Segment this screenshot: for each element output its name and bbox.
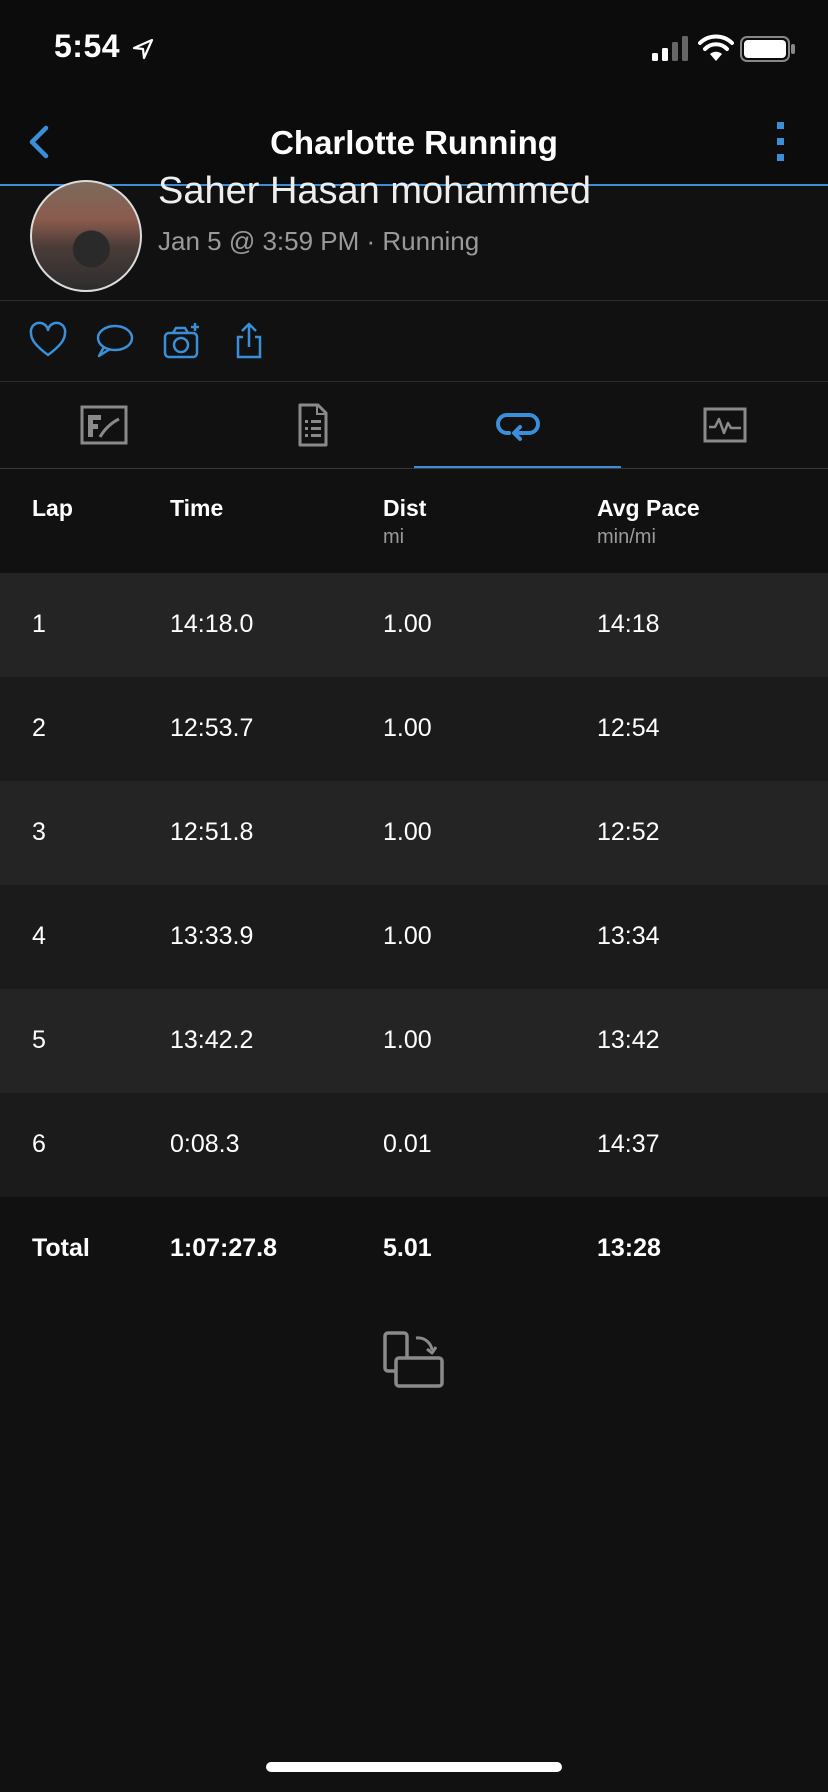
lap-number: 1: [32, 610, 46, 638]
lap-distance: 1.00: [383, 610, 432, 638]
lap-number: 2: [32, 714, 46, 742]
table-header: Lap Time Dist mi Avg Pace min/mi: [0, 469, 828, 573]
chart-tab-icon: [80, 405, 127, 445]
lap-distance: 1.00: [383, 818, 432, 846]
battery-icon: [740, 36, 795, 62]
lap-number: 4: [32, 922, 46, 950]
lap-distance: 1.00: [383, 1026, 432, 1054]
page-title: Charlotte Running: [270, 124, 558, 161]
share-icon[interactable]: [230, 321, 270, 361]
pace-unit: min/mi: [597, 526, 656, 548]
lap-distance: 0.01: [383, 1130, 432, 1158]
column-header-lap: Lap: [32, 495, 73, 521]
table-row[interactable]: 4 13:33.9 1.00 13:34: [0, 885, 828, 989]
table-row[interactable]: 2 12:53.7 1.00 12:54: [0, 677, 828, 781]
lap-avg-pace: 14:37: [597, 1130, 660, 1158]
column-header-dist: Dist mi: [383, 495, 427, 548]
lap-avg-pace: 12:52: [597, 818, 660, 846]
total-row: Total 1:07:27.8 5.01 13:28: [0, 1197, 828, 1301]
lap-time: 12:53.7: [170, 714, 254, 742]
lap-distance: 1.00: [383, 714, 432, 742]
table-row[interactable]: 1 14:18.0 1.00 14:18: [0, 573, 828, 677]
total-time: 1:07:27.8: [170, 1234, 278, 1262]
total-distance: 5.01: [383, 1234, 432, 1262]
camera-add-icon[interactable]: [162, 321, 202, 361]
status-time: 5:54: [54, 28, 121, 64]
action-bar: [0, 301, 828, 381]
wifi-icon: [698, 34, 734, 61]
rotate-screen-icon[interactable]: [382, 1330, 446, 1390]
lap-number: 5: [32, 1026, 46, 1054]
dist-unit: mi: [383, 526, 405, 548]
tab-details[interactable]: [207, 382, 414, 468]
table-row[interactable]: 6 0:08.3 0.01 14:37: [0, 1093, 828, 1197]
lap-time: 0:08.3: [170, 1130, 240, 1158]
comment-icon[interactable]: [94, 321, 134, 361]
lap-number: 3: [32, 818, 46, 846]
activity-graph-icon: [703, 407, 746, 443]
total-label: Total: [32, 1234, 90, 1262]
table-row[interactable]: 5 13:42.2 1.00 13:42: [0, 989, 828, 1093]
lap-time: 13:33.9: [170, 922, 254, 950]
lap-avg-pace: 14:18: [597, 610, 660, 638]
heart-icon[interactable]: [28, 321, 68, 361]
lap-avg-pace: 12:54: [597, 714, 660, 742]
column-header-avg-pace: Avg Pace min/mi: [597, 495, 700, 548]
cellular-signal-icon: [652, 36, 688, 61]
total-avg-pace: 13:28: [597, 1234, 661, 1262]
more-options-button[interactable]: [770, 118, 790, 166]
location-arrow-icon: [132, 38, 154, 60]
lap-avg-pace: 13:42: [597, 1026, 660, 1054]
home-indicator[interactable]: [266, 1762, 562, 1772]
lap-distance: 1.00: [383, 922, 432, 950]
lap-time: 13:42.2: [170, 1026, 254, 1054]
document-list-icon: [298, 403, 327, 447]
laps-loop-icon: [495, 413, 540, 441]
table-row[interactable]: 3 12:51.8 1.00 12:52: [0, 781, 828, 885]
user-name[interactable]: Saher Hasan mohammed: [158, 170, 591, 213]
laps-table: Lap Time Dist mi Avg Pace min/mi 1 14:18.0…: [0, 469, 828, 1301]
status-bar: 5:54: [0, 0, 828, 100]
lap-time: 14:18.0: [170, 610, 254, 638]
activity-meta: Jan 5 @ 3:59 PM · Running: [158, 226, 480, 256]
column-header-time: Time: [170, 495, 224, 521]
tab-chart[interactable]: [0, 382, 207, 468]
tab-graph[interactable]: [621, 382, 828, 468]
lap-number: 6: [32, 1130, 46, 1158]
lap-avg-pace: 13:34: [597, 922, 660, 950]
lap-time: 12:51.8: [170, 818, 254, 846]
tab-laps[interactable]: [414, 382, 621, 469]
tab-bar: [0, 382, 828, 469]
avatar[interactable]: [30, 180, 142, 292]
activity-header: Saher Hasan mohammed Jan 5 @ 3:59 PM · R…: [0, 170, 828, 300]
